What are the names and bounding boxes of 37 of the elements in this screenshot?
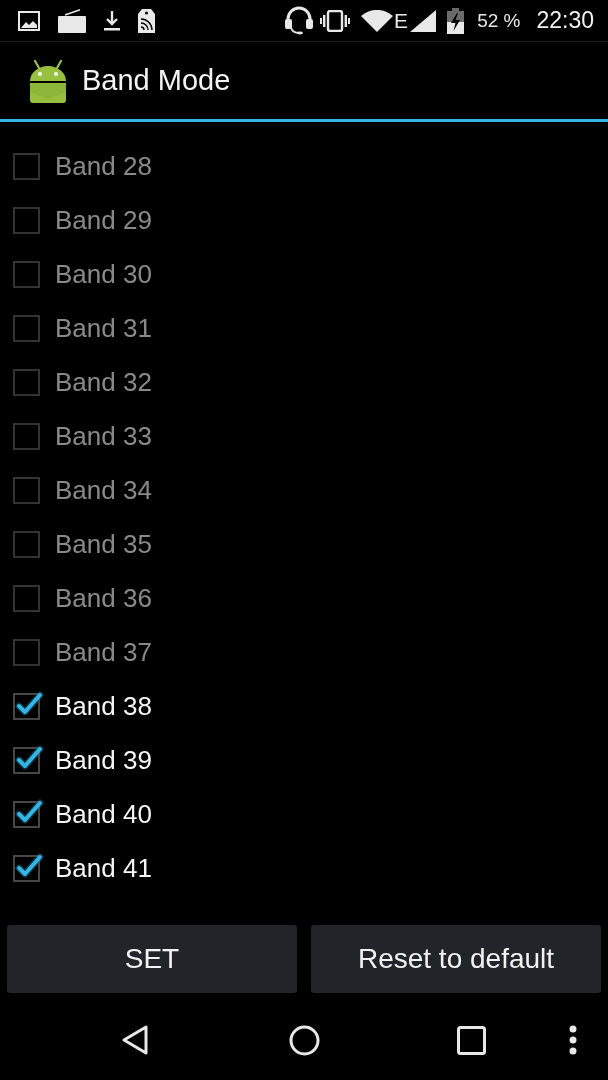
clock-text: 22:30 bbox=[536, 7, 594, 34]
signal-icon bbox=[410, 9, 437, 32]
set-button[interactable]: SET bbox=[7, 925, 297, 993]
recents-icon[interactable] bbox=[457, 1025, 486, 1055]
battery-icon bbox=[447, 7, 465, 34]
band-label: Band 35 bbox=[55, 528, 152, 560]
tag-icon bbox=[138, 8, 155, 33]
band-label: Band 40 bbox=[55, 798, 152, 830]
checkbox[interactable] bbox=[13, 850, 44, 882]
checkbox[interactable] bbox=[13, 796, 44, 828]
checkbox[interactable] bbox=[13, 742, 44, 774]
checkbox[interactable] bbox=[13, 688, 44, 720]
menu-icon[interactable] bbox=[569, 1025, 577, 1055]
band-label: Band 31 bbox=[55, 312, 152, 344]
download-icon bbox=[104, 10, 120, 31]
back-icon[interactable] bbox=[122, 1025, 148, 1055]
band-label: Band 29 bbox=[55, 204, 152, 236]
network-type-text: E bbox=[394, 9, 409, 32]
band-label: Band 41 bbox=[55, 852, 152, 884]
image-icon bbox=[18, 10, 40, 31]
screen-title: Band Mode bbox=[82, 64, 231, 97]
home-icon[interactable] bbox=[289, 1024, 320, 1056]
band-label: Band 28 bbox=[55, 150, 152, 182]
band-label: Band 39 bbox=[55, 744, 152, 776]
band-label: Band 36 bbox=[55, 582, 152, 614]
headset-icon bbox=[285, 6, 314, 35]
band-label: Band 32 bbox=[55, 366, 152, 398]
vibrate-icon bbox=[320, 9, 351, 32]
band-label: Band 37 bbox=[55, 636, 152, 668]
battery-percent-text: 52 % bbox=[477, 9, 521, 32]
band-label: Band 34 bbox=[55, 474, 152, 506]
band-label: Band 38 bbox=[55, 690, 152, 722]
radio-icon bbox=[58, 8, 86, 33]
wifi-icon bbox=[361, 9, 394, 32]
reset-button[interactable]: Reset to default bbox=[311, 925, 601, 993]
band-label: Band 33 bbox=[55, 420, 152, 452]
band-label: Band 30 bbox=[55, 258, 152, 290]
